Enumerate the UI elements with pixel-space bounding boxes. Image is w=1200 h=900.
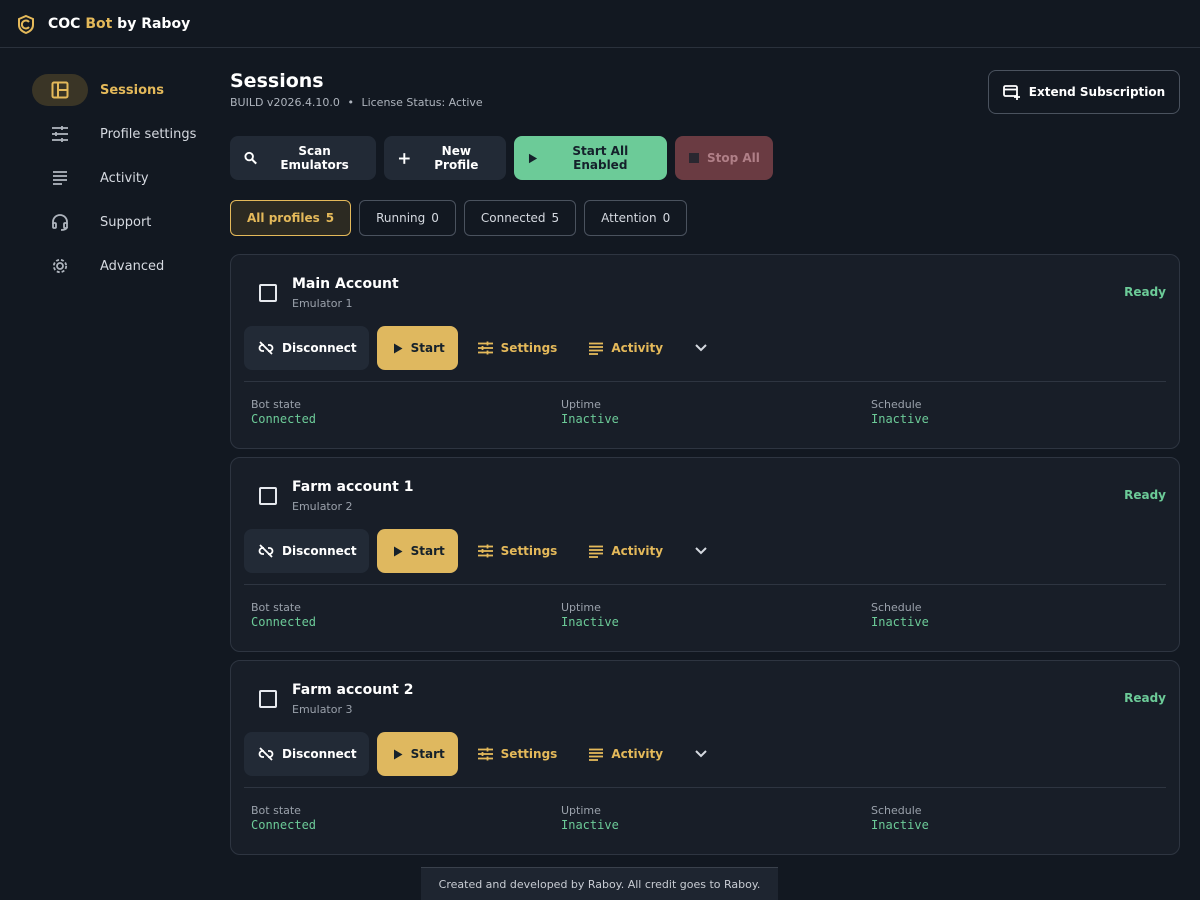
profile-name: Main Account [292, 276, 399, 292]
profile-checkbox[interactable] [259, 284, 277, 302]
chevron-down-icon [695, 344, 707, 352]
sidebar-item-label: Activity [100, 170, 149, 186]
sidebar-item-advanced[interactable]: Advanced [32, 244, 212, 288]
main-content: Sessions BUILD v2026.4.10.0 • License St… [230, 70, 1180, 855]
sidebar-item-activity[interactable]: Activity [32, 156, 212, 200]
profile-checkbox[interactable] [259, 690, 277, 708]
filter-bar: All profiles 5 Running 0 Connected 5 Att… [230, 200, 688, 236]
status-badge: Ready [1124, 488, 1166, 502]
lines-icon [589, 342, 604, 355]
unlink-icon [258, 747, 274, 761]
profile-emulator: Emulator 3 [292, 703, 353, 716]
sidebar-item-sessions[interactable]: Sessions [32, 68, 212, 112]
chevron-down-icon [695, 547, 707, 555]
bot-state-stat: Bot state Connected [251, 601, 317, 629]
sliders-icon [52, 126, 68, 142]
profile-actions: Disconnect Start Settings Activity [244, 529, 719, 573]
gear-icon [52, 258, 68, 274]
bot-state-stat: Bot state Connected [251, 398, 317, 426]
sidebar: Sessions Profile settings Activity Suppo… [32, 68, 212, 288]
lines-icon [53, 171, 67, 185]
unlink-icon [258, 341, 274, 355]
uptime-stat: Uptime Inactive [561, 398, 619, 426]
toolbar: Scan Emulators New Profile Start All Ena… [230, 136, 773, 180]
start-all-enabled-button[interactable]: Start All Enabled [514, 136, 667, 180]
divider [244, 381, 1166, 382]
filter-running[interactable]: Running 0 [359, 200, 456, 236]
sliders-icon [477, 747, 493, 761]
settings-button[interactable]: Settings [466, 529, 570, 573]
schedule-stat: Schedule Inactive [871, 398, 929, 426]
bot-state-stat: Bot state Connected [251, 804, 317, 832]
card-plus-icon [1002, 85, 1020, 100]
app-title: COC Bot by Raboy [48, 15, 191, 32]
headset-icon [52, 214, 68, 231]
status-badge: Ready [1124, 691, 1166, 705]
start-button[interactable]: Start [376, 529, 458, 573]
activity-button[interactable]: Activity [577, 326, 675, 370]
start-button[interactable]: Start [376, 732, 458, 776]
expand-toggle[interactable] [683, 529, 719, 573]
play-icon [393, 749, 403, 759]
profile-actions: Disconnect Start Settings Activity [244, 732, 719, 776]
sidebar-item-label: Advanced [100, 258, 165, 274]
status-badge: Ready [1124, 285, 1166, 299]
sliders-icon [477, 544, 493, 558]
disconnect-button[interactable]: Disconnect [244, 529, 369, 573]
schedule-stat: Schedule Inactive [871, 601, 929, 629]
scan-emulators-button[interactable]: Scan Emulators [230, 136, 376, 180]
sliders-icon [477, 341, 493, 355]
play-icon [393, 343, 403, 353]
expand-toggle[interactable] [683, 732, 719, 776]
profile-name: Farm account 2 [292, 682, 414, 698]
start-button[interactable]: Start [376, 326, 458, 370]
disconnect-button[interactable]: Disconnect [244, 326, 369, 370]
chevron-down-icon [695, 750, 707, 758]
divider [244, 584, 1166, 585]
stop-all-button[interactable]: Stop All [675, 136, 773, 180]
profile-card: Farm account 1 Emulator 2 Ready Disconne… [230, 457, 1180, 652]
sidebar-item-support[interactable]: Support [32, 200, 212, 244]
plus-icon [398, 152, 410, 164]
filter-all-profiles[interactable]: All profiles 5 [230, 200, 352, 236]
uptime-stat: Uptime Inactive [561, 601, 619, 629]
expand-toggle[interactable] [683, 326, 719, 370]
sidebar-item-label: Support [100, 214, 152, 230]
profile-emulator: Emulator 1 [292, 297, 353, 310]
activity-button[interactable]: Activity [577, 529, 675, 573]
profile-card: Farm account 2 Emulator 3 Ready Disconne… [230, 660, 1180, 855]
profile-name: Farm account 1 [292, 479, 414, 495]
filter-attention[interactable]: Attention 0 [584, 200, 688, 236]
shield-logo-icon [18, 14, 34, 34]
profile-card: Main Account Emulator 1 Ready Disconnect… [230, 254, 1180, 449]
footer-credit: Created and developed by Raboy. All cred… [421, 867, 778, 900]
uptime-stat: Uptime Inactive [561, 804, 619, 832]
play-icon [528, 153, 538, 163]
filter-connected[interactable]: Connected 5 [463, 200, 577, 236]
sidebar-item-label: Sessions [100, 82, 165, 98]
sidebar-item-profile-settings[interactable]: Profile settings [32, 112, 212, 156]
disconnect-button[interactable]: Disconnect [244, 732, 369, 776]
extend-subscription-button[interactable]: Extend Subscription [988, 70, 1180, 114]
stop-icon [689, 153, 699, 163]
profile-actions: Disconnect Start Settings Activity [244, 326, 719, 370]
divider [244, 787, 1166, 788]
sidebar-item-label: Profile settings [100, 126, 197, 142]
play-icon [393, 546, 403, 556]
profile-checkbox[interactable] [259, 487, 277, 505]
search-icon [244, 151, 257, 165]
unlink-icon [258, 544, 274, 558]
lines-icon [589, 545, 604, 558]
dashboard-icon [51, 81, 69, 99]
top-bar: COC Bot by Raboy [0, 0, 1200, 48]
profile-emulator: Emulator 2 [292, 500, 353, 513]
activity-button[interactable]: Activity [577, 732, 675, 776]
lines-icon [589, 748, 604, 761]
settings-button[interactable]: Settings [466, 732, 570, 776]
settings-button[interactable]: Settings [466, 326, 570, 370]
new-profile-button[interactable]: New Profile [384, 136, 506, 180]
schedule-stat: Schedule Inactive [871, 804, 929, 832]
